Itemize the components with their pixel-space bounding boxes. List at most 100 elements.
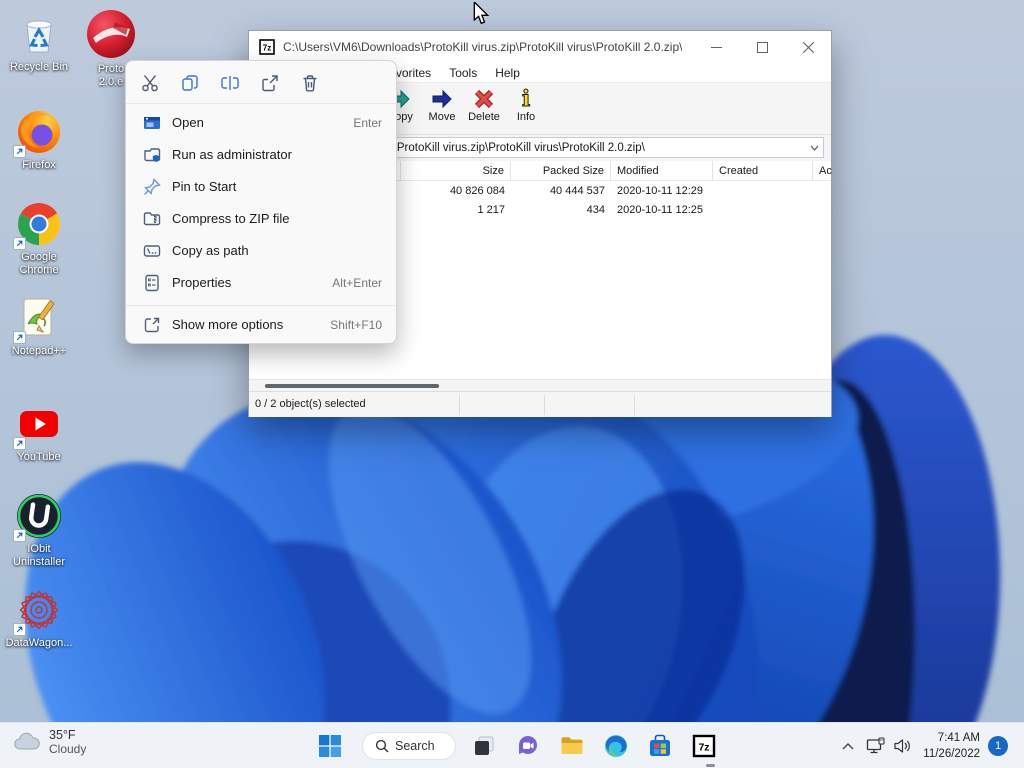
delete-button[interactable] xyxy=(296,70,324,96)
svg-text:7z: 7z xyxy=(698,742,709,754)
volume-tray-button[interactable] xyxy=(888,730,916,762)
icon-label: YouTube xyxy=(17,451,61,463)
menu-separator xyxy=(126,305,396,306)
minimize-button[interactable] xyxy=(693,31,739,63)
tray-time: 7:41 AM xyxy=(937,732,980,744)
file-explorer-icon xyxy=(561,737,583,754)
maximize-button[interactable] xyxy=(739,31,785,63)
weather-condition: Cloudy xyxy=(49,742,87,756)
7zip-taskbar-icon: 7z xyxy=(692,734,716,758)
file-explorer-button[interactable] xyxy=(554,730,590,762)
network-tray-button[interactable] xyxy=(862,730,890,762)
svg-text:i: i xyxy=(522,87,530,111)
rename-button[interactable] xyxy=(216,70,244,96)
desktop-icon-notepadpp[interactable]: Notepad++ xyxy=(2,294,76,358)
address-dropdown-chevron-icon[interactable] xyxy=(805,143,823,153)
move-button[interactable]: Move xyxy=(421,85,463,133)
share-button[interactable] xyxy=(256,70,284,96)
delete-button[interactable]: Delete xyxy=(463,85,505,133)
menu-item-show-more-options[interactable]: Show more options Shift+F10 xyxy=(130,309,394,341)
menu-help[interactable]: Help xyxy=(486,66,529,80)
protokill-icon xyxy=(87,10,135,58)
scrollbar-thumb[interactable] xyxy=(265,384,439,388)
7zip-taskbar-button[interactable]: 7z xyxy=(686,730,722,762)
start-button[interactable] xyxy=(312,730,348,762)
icon-label: IObit Uninstaller xyxy=(13,543,65,568)
info-button[interactable]: i Info xyxy=(505,85,547,133)
speaker-icon xyxy=(894,739,910,753)
column-header-accessed[interactable]: Ac xyxy=(813,161,833,181)
microsoft-store-icon xyxy=(650,734,670,756)
window-title: C:\Users\VM6\Downloads\ProtoKill virus.z… xyxy=(283,40,683,54)
pin-icon xyxy=(144,178,161,195)
column-header-packed-size[interactable]: Packed Size xyxy=(511,161,611,181)
menu-item-open[interactable]: Open Enter xyxy=(130,107,394,139)
properties-icon xyxy=(145,274,159,292)
shortcut-arrow-badge xyxy=(13,331,26,344)
icon-label: Google Chrome xyxy=(19,251,59,276)
horizontal-scrollbar[interactable] xyxy=(249,379,831,391)
title-bar[interactable]: 7z C:\Users\VM6\Downloads\ProtoKill viru… xyxy=(249,31,831,63)
clock-widget[interactable]: 7:41 AM 11/26/2022 xyxy=(923,730,980,762)
tray-chevron-button[interactable] xyxy=(835,730,861,762)
admin-shield-icon xyxy=(144,148,161,162)
task-view-button[interactable] xyxy=(466,730,502,762)
cut-button[interactable] xyxy=(136,70,164,96)
shortcut-hint: Shift+F10 xyxy=(330,318,382,332)
shortcut-arrow-badge xyxy=(13,437,26,450)
share-icon xyxy=(262,75,278,92)
copy-button[interactable] xyxy=(176,70,204,96)
desktop-icon-youtube[interactable]: YouTube xyxy=(2,400,76,464)
delete-icon xyxy=(303,75,317,92)
cell-packed-size: 434 xyxy=(586,204,605,216)
taskbar: 35°F Cloudy Search 7z 7:41 AM 11/26/2022… xyxy=(0,722,1024,768)
shortcut-hint: Alt+Enter xyxy=(332,276,382,290)
column-header-modified[interactable]: Modified xyxy=(611,161,713,181)
desktop-icon-datawagon[interactable]: DataWagon... xyxy=(2,586,76,650)
microsoft-store-button[interactable] xyxy=(642,730,678,762)
status-bar: 0 / 2 object(s) selected xyxy=(249,391,831,417)
search-icon xyxy=(375,739,389,753)
edge-button[interactable] xyxy=(598,730,634,762)
open-icon xyxy=(144,117,160,129)
close-button[interactable] xyxy=(785,31,831,63)
menu-tools[interactable]: Tools xyxy=(440,66,486,80)
weather-widget[interactable]: 35°F Cloudy xyxy=(12,728,86,756)
ethernet-network-icon xyxy=(866,737,885,754)
cell-packed-size: 40 444 537 xyxy=(549,185,605,197)
edge-icon xyxy=(605,735,627,757)
svg-text:7z: 7z xyxy=(263,44,271,53)
menu-item-run-as-administrator[interactable]: Run as administrator xyxy=(130,139,394,171)
menu-separator xyxy=(126,103,396,104)
shortcut-arrow-badge xyxy=(13,237,26,250)
desktop-icon-iobit-uninstaller[interactable]: IObit Uninstaller xyxy=(2,492,76,569)
icon-label: Firefox xyxy=(22,159,56,171)
menu-item-pin-to-start[interactable]: Pin to Start xyxy=(130,171,394,203)
desktop-icon-recycle-bin[interactable]: Recycle Bin xyxy=(2,10,76,74)
desktop-icon-firefox[interactable]: Firefox xyxy=(2,108,76,172)
chat-button[interactable] xyxy=(510,730,546,762)
shortcut-arrow-badge xyxy=(13,623,26,636)
windows-logo-icon xyxy=(319,735,341,757)
search-label: Search xyxy=(395,739,435,753)
menu-item-properties[interactable]: Properties Alt+Enter xyxy=(130,267,394,299)
search-box[interactable]: Search xyxy=(362,732,456,760)
zip-folder-icon xyxy=(143,212,161,226)
column-header-created[interactable]: Created xyxy=(713,161,813,181)
icon-label: Notepad++ xyxy=(11,345,67,357)
cell-size: 1 217 xyxy=(477,204,505,216)
icon-label: DataWagon... xyxy=(5,637,73,649)
notification-badge[interactable]: 1 xyxy=(988,736,1008,756)
icon-label: Recycle Bin xyxy=(9,61,69,73)
rename-icon xyxy=(221,76,239,90)
menu-item-copy-as-path[interactable]: Copy as path xyxy=(130,235,394,267)
shortcut-arrow-badge xyxy=(13,145,26,158)
chevron-up-icon xyxy=(842,742,854,749)
copy-icon xyxy=(182,75,198,91)
cell-size: 40 826 084 xyxy=(449,185,505,197)
shortcut-arrow-badge xyxy=(13,529,26,542)
menu-item-compress-to-zip[interactable]: Compress to ZIP file xyxy=(130,203,394,235)
desktop-icon-google-chrome[interactable]: Google Chrome xyxy=(2,200,76,277)
column-header-size[interactable]: Size xyxy=(401,161,511,181)
copy-path-icon xyxy=(143,245,161,257)
